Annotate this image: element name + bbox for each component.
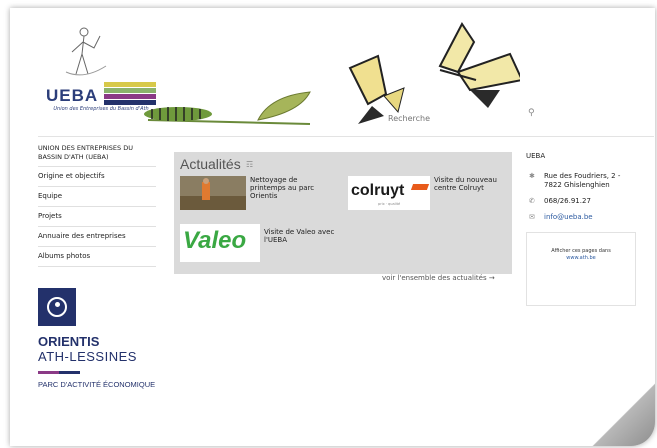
sidebar-title[interactable]: UNION DES ENTREPRISES DU BASSIN D'ATH (U… (38, 144, 156, 167)
email-link: info@ueba.be (544, 213, 593, 221)
search-box[interactable]: ⚲ (388, 106, 538, 126)
location-icon: ✱ (529, 172, 535, 180)
butterfly-icon (438, 22, 520, 108)
valeo-logo[interactable]: Valeo (180, 224, 260, 262)
news-item-valeo[interactable]: Visite de Valeo avec l'UEBA (264, 228, 344, 244)
phone-text: 068/26.91.27 (544, 197, 591, 205)
page-curl-corner (585, 376, 655, 446)
news-photo-orientis[interactable] (180, 176, 246, 210)
news-item-colruyt[interactable]: Visite du nouveau centre Colruyt (434, 176, 510, 192)
orientis-icon (38, 288, 76, 326)
phone-icon: ✆ (529, 197, 535, 205)
logo-text: UEBA (46, 86, 99, 105)
ath-link[interactable]: www.ath.be (527, 255, 635, 262)
orientis-name: ORIENTIS (38, 334, 100, 349)
address-row: ✱ Rue des Foudriers, 2 - 7822 Ghislenghi… (526, 172, 638, 190)
page-frame: UEBA Union des Entreprises du Bassin d'A… (10, 8, 655, 446)
sidebar-nav: UNION DES ENTREPRISES DU BASSIN D'ATH (U… (38, 144, 156, 267)
colruyt-mark (410, 184, 430, 190)
chrysalis-icon (257, 91, 311, 121)
rss-icon[interactable]: ☶ (246, 160, 253, 169)
news-panel: Actualités ☶ Nettoyage de printemps au p… (174, 152, 512, 274)
orientis-accent-bar (38, 371, 80, 374)
orientis-logo[interactable]: ORIENTIS ATH-LESSINES PARC D'ACTIVITÉ ÉC… (38, 288, 158, 389)
email-row[interactable]: ✉ info@ueba.be (526, 213, 638, 222)
sidebar-item-equipe[interactable]: Equipe (38, 187, 156, 207)
sidebar-item-origine[interactable]: Origine et objectifs (38, 167, 156, 187)
email-icon: ✉ (529, 213, 535, 221)
search-input[interactable] (388, 114, 518, 123)
all-news-link[interactable]: voir l'ensemble des actualités → (382, 274, 495, 282)
search-icon[interactable]: ⚲ (528, 108, 535, 118)
widget-text: Afficher ces pages dans (551, 248, 611, 254)
sidebar-item-albums[interactable]: Albums photos (38, 247, 156, 267)
news-title: Actualités (180, 156, 241, 172)
orientis-tagline: PARC D'ACTIVITÉ ÉCONOMIQUE (38, 380, 156, 389)
news-item-orientis[interactable]: Nettoyage de printemps au parc Orientis (250, 176, 330, 200)
sidebar-item-projets[interactable]: Projets (38, 207, 156, 227)
contact-panel: UEBA ✱ Rue des Foudriers, 2 - 7822 Ghisl… (526, 152, 638, 229)
colruyt-logo[interactable]: colruyt prix · qualité (348, 176, 430, 210)
contact-title: UEBA (526, 152, 546, 160)
caterpillar-icon (144, 107, 212, 121)
header-divider (38, 136, 654, 137)
sidebar-item-annuaire[interactable]: Annuaire des entreprises (38, 227, 156, 247)
worker-figure-icon (65, 27, 107, 76)
address-text: Rue des Foudriers, 2 - 7822 Ghislenghien (544, 172, 621, 189)
orientis-location: ATH-LESSINES (38, 349, 137, 364)
ath-widget: Afficher ces pages dans www.ath.be (526, 232, 636, 306)
phone-row: ✆ 068/26.91.27 (526, 197, 638, 206)
